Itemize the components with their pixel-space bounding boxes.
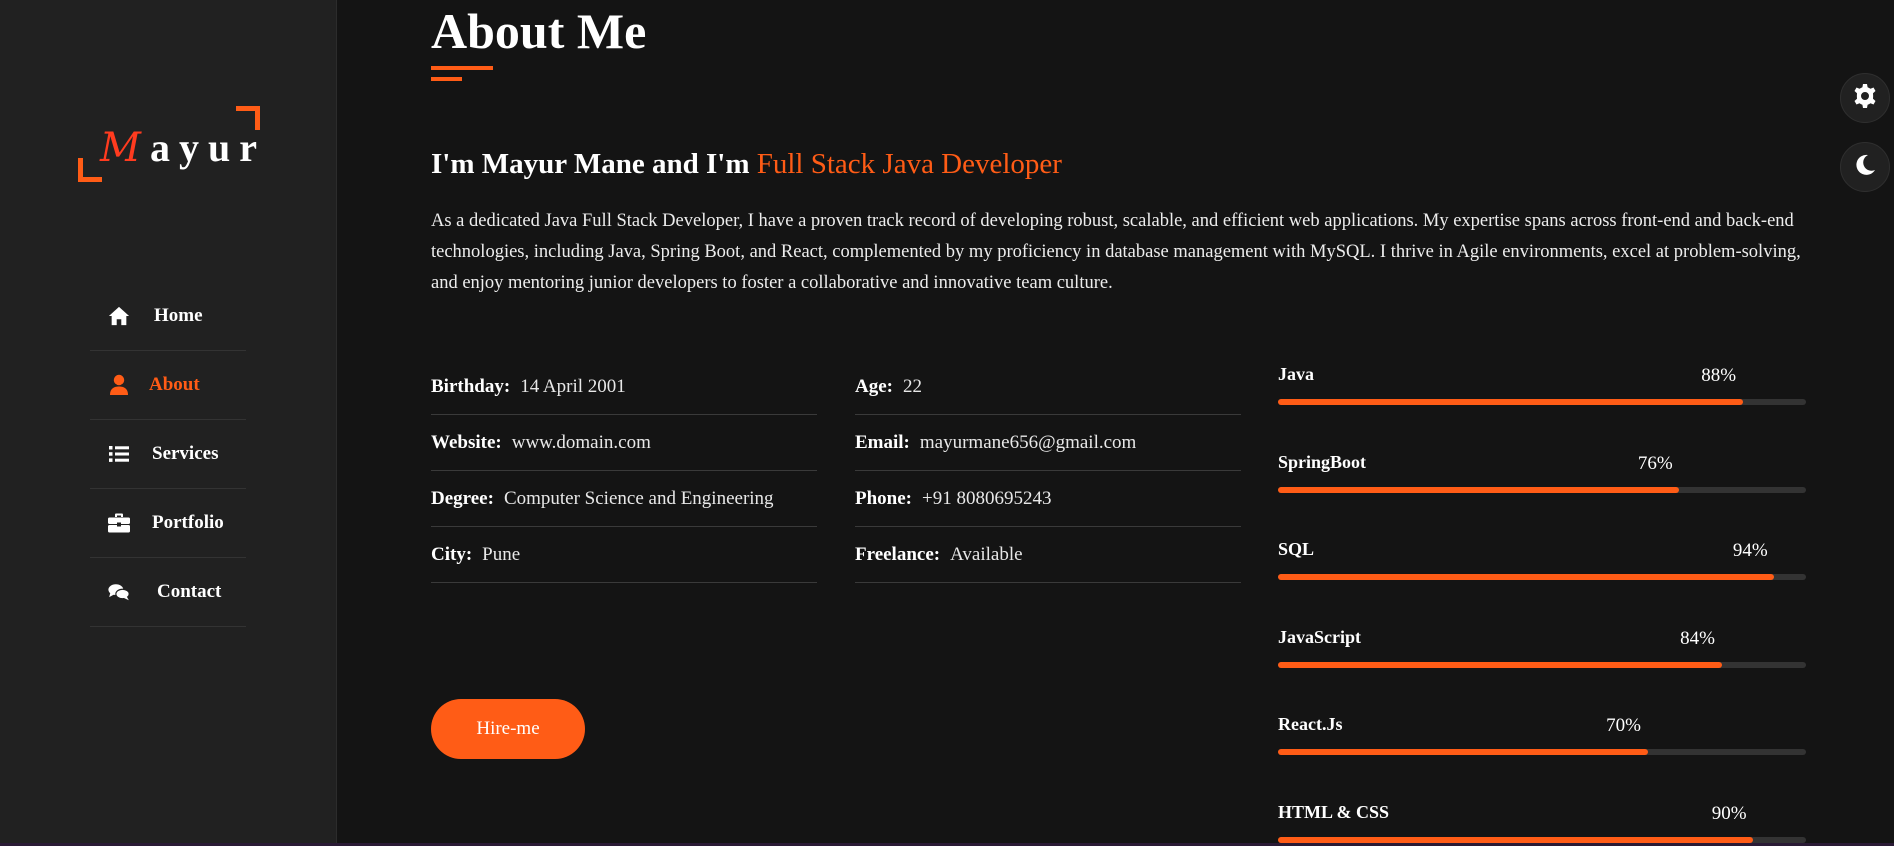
sidebar-item-contact[interactable]: Contact (90, 558, 246, 627)
sidebar-item-label: Services (152, 443, 219, 464)
sidebar-item-label: About (149, 374, 200, 395)
skill-progress-fill (1278, 574, 1775, 580)
info-row-freelance: Freelance: Available (855, 527, 1241, 583)
headline-role: Full Stack Java Developer (756, 148, 1062, 180)
info-value: +91 8080695243 (922, 487, 1052, 509)
logo-rest: ayur (149, 125, 266, 170)
skill-progress-track (1278, 486, 1806, 493)
skill-name: Java (1278, 364, 1314, 384)
logo-corner-bottom-left (78, 158, 102, 182)
info-value: Computer Science and Engineering (503, 487, 774, 509)
title-underline-long (431, 66, 493, 70)
info-list-right: Age: 22 Email: mayurmane656@gmail.com Phon… (855, 359, 1241, 583)
info-value: mayurmane656@gmail.com (919, 431, 1137, 453)
info-row-degree: Degree: Computer Science and Engineering (431, 471, 817, 527)
skill-progress-track (1278, 399, 1806, 405)
title-underline-short (431, 77, 462, 81)
info-row-city: City: Pune (431, 527, 817, 583)
info-key: Phone: (855, 487, 912, 509)
skill-name: SQL (1278, 539, 1315, 559)
list-icon (108, 443, 130, 465)
skill-item: HTML & CSS 90% (1278, 793, 1806, 846)
skill-item: SpringBoot 76% (1278, 443, 1806, 531)
info-key: Birthday: (431, 375, 511, 397)
skill-name: React.Js (1278, 714, 1343, 734)
skill-name: JavaScript (1278, 626, 1361, 647)
info-key: Email: (855, 431, 910, 453)
info-value: www.domain.com (511, 431, 651, 453)
logo-initial: M (100, 125, 150, 171)
info-row-phone: Phone: +91 8080695243 (855, 471, 1241, 527)
headline: I'm Mayur Mane and I'm Full Stack Java D… (431, 148, 1062, 181)
skill-progress-fill (1278, 399, 1743, 405)
info-row-age: Age: 22 (855, 359, 1241, 415)
skill-percent: 88% (1701, 365, 1737, 386)
skill-progress-track (1278, 836, 1806, 843)
skill-percent: 84% (1680, 627, 1715, 649)
sidebar-item-services[interactable]: Services (90, 420, 246, 489)
info-row-birthday: Birthday: 14 April 2001 (431, 359, 817, 415)
hire-me-button[interactable]: Hire-me (431, 699, 585, 759)
briefcase-icon (108, 512, 130, 534)
skill-progress-track (1278, 749, 1806, 755)
skill-progress-fill (1278, 661, 1722, 668)
skill-progress-fill (1278, 486, 1680, 493)
info-row-email: Email: mayurmane656@gmail.com (855, 415, 1241, 471)
skill-percent: 70% (1606, 715, 1642, 736)
info-key: Degree: (431, 487, 494, 509)
headline-prefix: I'm Mayur Mane and I'm (431, 148, 757, 180)
info-row-website: Website: www.domain.com (431, 415, 817, 471)
info-value: Pune (482, 543, 521, 565)
info-value: 22 (902, 375, 922, 397)
skill-name: HTML & CSS (1278, 801, 1390, 822)
skill-progress-track (1278, 661, 1806, 668)
info-list-left: Birthday: 14 April 2001 Website: www.domai… (431, 359, 817, 583)
sidebar-item-portfolio[interactable]: Portfolio (90, 489, 246, 558)
logo-text: Mayur (100, 124, 266, 171)
info-value: Available (950, 543, 1023, 565)
sidebar-nav: Home About Services Portfolio Contact (90, 282, 246, 627)
sidebar-item-label: Home (154, 305, 203, 326)
skill-progress-fill (1278, 749, 1648, 755)
skill-percent: 76% (1637, 452, 1673, 474)
info-value: 14 April 2001 (520, 375, 626, 397)
page-title: About Me (431, 3, 647, 59)
info-key: Freelance: (855, 543, 941, 565)
settings-button[interactable] (1840, 73, 1890, 123)
sidebar: Mayur Home About Services Portfolio Cont… (0, 0, 337, 846)
sidebar-item-about[interactable]: About (90, 351, 246, 420)
info-key: City: (431, 543, 473, 565)
skill-item: Java 88% (1278, 355, 1806, 443)
sidebar-item-label: Portfolio (152, 512, 224, 533)
skill-progress-track (1278, 574, 1806, 580)
user-icon (108, 374, 130, 396)
skills-list: Java 88% SpringBoot 76% SQL 94% JavaScript 84% R… (1278, 355, 1806, 846)
skill-percent: 94% (1732, 540, 1768, 561)
chat-icon (108, 581, 130, 603)
gear-icon (1852, 83, 1878, 114)
skill-item: JavaScript 84% (1278, 618, 1806, 706)
intro-paragraph: As a dedicated Java Full Stack Developer… (431, 211, 1801, 293)
home-icon (108, 305, 130, 327)
sidebar-item-label: Contact (157, 581, 222, 602)
skill-name: SpringBoot (1278, 451, 1367, 472)
moon-icon (1853, 153, 1877, 182)
skill-item: SQL 94% (1278, 530, 1806, 618)
skill-percent: 90% (1711, 802, 1747, 824)
logo[interactable]: Mayur (78, 106, 260, 182)
skill-progress-fill (1278, 836, 1754, 843)
sidebar-item-home[interactable]: Home (90, 282, 246, 351)
info-key: Website: (431, 431, 502, 453)
skill-item: React.Js 70% (1278, 705, 1806, 793)
theme-toggle-button[interactable] (1840, 142, 1890, 192)
info-key: Age: (855, 375, 893, 397)
